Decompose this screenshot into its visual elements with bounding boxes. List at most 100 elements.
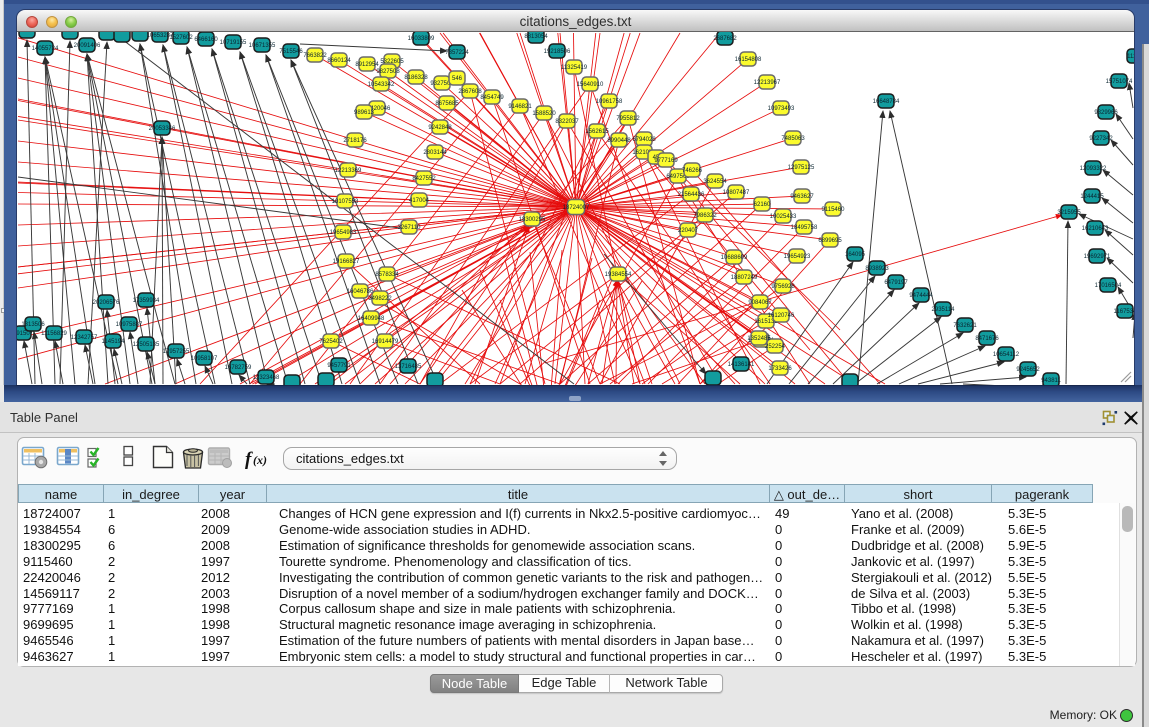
svg-text:8938923: 8938923 [865, 266, 889, 272]
svg-text:10973493: 10973493 [768, 106, 795, 112]
svg-text:7357224: 7357224 [445, 50, 469, 56]
svg-text:9474444: 9474444 [909, 293, 933, 299]
svg-text:8990448: 8990448 [607, 138, 631, 144]
svg-text:10025433: 10025433 [770, 214, 797, 220]
svg-text:16648784: 16648784 [873, 99, 900, 105]
svg-text:7632621: 7632621 [953, 323, 977, 329]
svg-text:2867608: 2867608 [458, 89, 482, 95]
svg-text:19218506: 19218506 [544, 49, 571, 55]
svg-text:16210643: 16210643 [1082, 226, 1109, 232]
svg-text:1562615: 1562615 [585, 129, 609, 135]
svg-text:16033809: 16033809 [408, 36, 435, 42]
svg-text:1244415: 1244415 [1080, 194, 1104, 200]
svg-text:13716485: 13716485 [395, 364, 422, 370]
svg-text:417004: 417004 [409, 198, 430, 204]
svg-text:18300295: 18300295 [519, 217, 546, 223]
svg-text:(x): (x) [253, 453, 267, 467]
svg-text:10961758: 10961758 [596, 99, 623, 105]
svg-text:3267110: 3267110 [398, 225, 422, 231]
svg-text:f: f [245, 449, 253, 470]
svg-text:16046786: 16046786 [347, 289, 374, 295]
svg-text:1588520: 1588520 [532, 111, 556, 117]
svg-text:10654112: 10654112 [993, 352, 1020, 358]
svg-text:8813054: 8813054 [524, 34, 548, 40]
svg-text:9227342: 9227342 [1089, 136, 1113, 142]
svg-text:1167534: 1167534 [1114, 309, 1134, 315]
svg-text:6479197: 6479197 [884, 280, 908, 286]
svg-text:546: 546 [452, 76, 463, 82]
svg-text:9827508: 9827508 [376, 69, 400, 75]
svg-text:1352485: 1352485 [747, 336, 771, 342]
svg-text:8660124: 8660124 [327, 58, 351, 64]
svg-text:8454749: 8454749 [480, 95, 504, 101]
svg-text:8427552: 8427552 [412, 176, 436, 182]
svg-text:18724007: 18724007 [563, 205, 590, 211]
svg-text:2718176: 2718176 [343, 138, 367, 144]
svg-text:10107553: 10107553 [332, 199, 359, 205]
svg-text:14136141: 14136141 [728, 362, 755, 368]
svg-text:9777169: 9777169 [654, 158, 678, 164]
svg-text:10543342: 10543342 [368, 82, 395, 88]
svg-text:2687682: 2687682 [713, 36, 737, 42]
svg-text:12213967: 12213967 [754, 80, 781, 86]
svg-text:17016504: 17016504 [1095, 283, 1122, 289]
svg-text:7515546: 7515546 [279, 49, 303, 55]
svg-text:6899695: 6899695 [818, 238, 842, 244]
svg-text:12975125: 12975125 [788, 165, 815, 171]
svg-text:7625402: 7625402 [319, 339, 343, 345]
svg-text:1733426: 1733426 [768, 366, 792, 372]
svg-text:8186328: 8186328 [404, 75, 428, 81]
svg-text:7663822: 7663822 [303, 53, 327, 59]
svg-text:18807249: 18807249 [731, 275, 758, 281]
svg-text:252254: 252254 [765, 344, 786, 350]
svg-text:19654923: 19654923 [784, 254, 811, 260]
svg-text:9329966: 9329966 [1094, 110, 1118, 116]
svg-text:21564436: 21564436 [678, 192, 705, 198]
svg-text:3624554: 3624554 [703, 179, 727, 185]
svg-text:3215955: 3215955 [1057, 210, 1081, 216]
svg-text:7986322: 7986322 [693, 213, 717, 219]
svg-text:746266: 746266 [682, 168, 703, 174]
svg-text:2935114: 2935114 [932, 307, 956, 313]
svg-text:9463627: 9463627 [790, 194, 814, 200]
svg-text:989613: 989613 [354, 110, 375, 116]
svg-text:943811: 943811 [1041, 378, 1061, 384]
svg-text:10688609: 10688609 [721, 255, 748, 261]
svg-text:10807487: 10807487 [723, 190, 750, 196]
svg-text:8578334: 8578334 [375, 272, 399, 278]
svg-text:8675685: 8675685 [435, 101, 459, 107]
svg-text:9146821: 9146821 [508, 104, 532, 110]
svg-text:164095: 164095 [845, 252, 866, 258]
svg-text:6794028: 6794028 [632, 137, 656, 143]
svg-text:3498222: 3498222 [368, 296, 392, 302]
svg-text:11121: 11121 [1127, 54, 1134, 60]
svg-text:19692971: 19692971 [1084, 254, 1111, 260]
svg-text:9457791: 9457791 [327, 363, 351, 369]
svg-text:12093322: 12093322 [1080, 166, 1107, 172]
svg-text:8912954: 8912954 [355, 62, 379, 68]
svg-text:62160: 62160 [754, 202, 771, 208]
svg-text:7485063: 7485063 [781, 136, 805, 142]
svg-text:7955812: 7955812 [616, 116, 640, 122]
svg-text:15640910: 15640910 [577, 82, 604, 88]
svg-text:19166827: 19166827 [333, 259, 360, 265]
svg-text:16409948: 16409948 [358, 316, 385, 322]
svg-text:8471676: 8471676 [975, 336, 999, 342]
svg-text:9756928: 9756928 [771, 284, 795, 290]
svg-text:12213369: 12213369 [335, 168, 362, 174]
svg-text:19384554: 19384554 [605, 272, 632, 278]
svg-text:8322037: 8322037 [555, 119, 579, 125]
svg-text:9115460: 9115460 [822, 207, 846, 213]
svg-text:16154808: 16154808 [735, 57, 762, 63]
svg-text:9084067: 9084067 [748, 300, 772, 306]
svg-text:15751074: 15751074 [1106, 79, 1133, 85]
svg-text:9242848: 9242848 [428, 125, 452, 131]
svg-text:16120746: 16120746 [768, 313, 795, 319]
svg-text:19654983: 19654983 [330, 230, 357, 236]
svg-text:18495758: 18495758 [791, 225, 818, 231]
svg-text:220407: 220407 [678, 228, 699, 234]
svg-text:11325419: 11325419 [561, 65, 588, 71]
svg-text:9245652: 9245652 [1016, 367, 1040, 373]
svg-text:16914479: 16914479 [372, 339, 399, 345]
svg-text:2803144: 2803144 [423, 150, 447, 156]
